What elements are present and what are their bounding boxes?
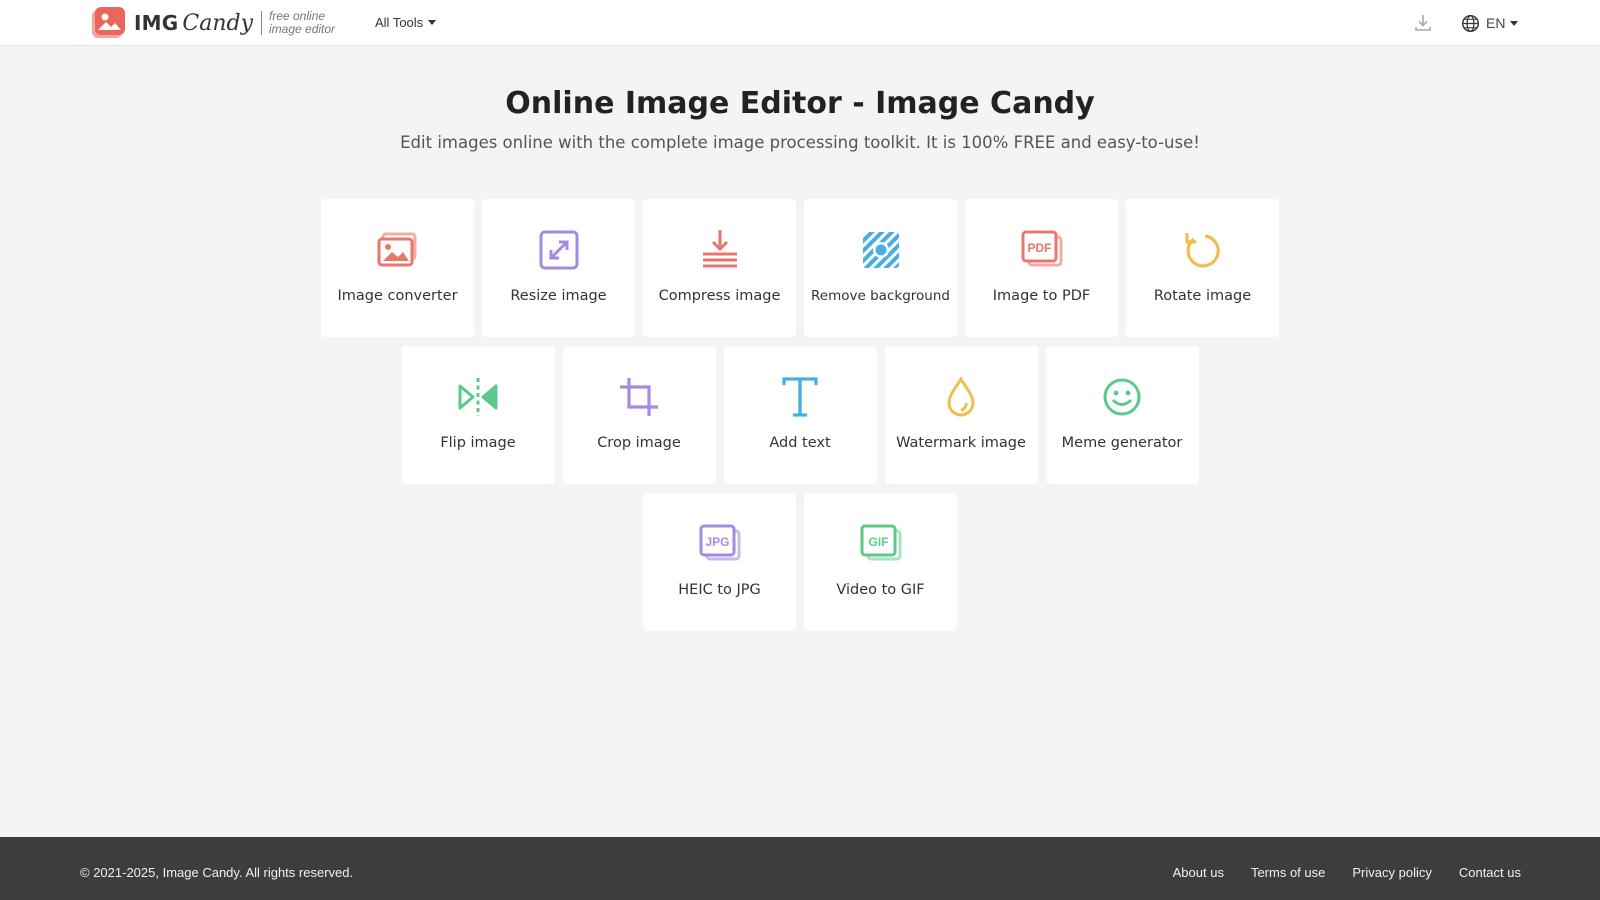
footer-links: About us Terms of use Privacy policy Con… [1173,865,1521,880]
jpg-icon: JPG [698,522,742,566]
footer: © 2021-2025, Image Candy. All rights res… [0,837,1600,900]
pdf-icon: PDF [1020,228,1064,272]
tagline-line-2: image editor [269,23,335,36]
header: IMG Candy free online image editor All T… [0,0,1600,46]
tool-card-remove-background[interactable]: Remove background [804,199,957,337]
tool-label: HEIC to JPG [678,582,761,598]
tool-label: Video to GIF [836,582,924,598]
tool-card-video-to-gif[interactable]: GIF Video to GIF [804,493,957,631]
footer-link-terms-of-use[interactable]: Terms of use [1251,865,1325,880]
logo-tagline: free online image editor [269,10,335,35]
logo-divider [261,11,262,35]
tool-label: Meme generator [1062,435,1183,451]
tool-label: Add text [769,435,830,451]
image-converter-icon [376,228,420,272]
tool-grid: Image converter Resize image Compress im… [0,199,1600,640]
tool-label: Image converter [337,288,457,304]
logo-text-img: IMG [134,11,178,35]
tool-card-compress-image[interactable]: Compress image [643,199,796,337]
tool-label: Image to PDF [993,288,1090,304]
globe-icon [1461,14,1480,33]
svg-text:JPG: JPG [705,535,729,549]
remove-background-icon [859,228,903,272]
tool-card-image-converter[interactable]: Image converter [321,199,474,337]
language-selector[interactable]: EN [1461,13,1518,33]
tool-row: Image converter Resize image Compress im… [0,199,1600,337]
tool-card-meme-generator[interactable]: Meme generator [1046,346,1199,484]
tool-card-watermark-image[interactable]: Watermark image [885,346,1038,484]
all-tools-label: All Tools [375,15,423,30]
chevron-down-icon [428,20,436,25]
tool-label: Watermark image [896,435,1026,451]
gif-icon: GIF [859,522,903,566]
tool-row: Flip image Crop image Add text Watermark… [0,346,1600,484]
chevron-down-icon [1510,21,1518,26]
compress-icon [698,228,742,272]
footer-link-about-us[interactable]: About us [1173,865,1224,880]
tool-card-add-text[interactable]: Add text [724,346,877,484]
tool-card-image-to-pdf[interactable]: PDF Image to PDF [965,199,1118,337]
tool-label: Rotate image [1154,288,1251,304]
tool-card-resize-image[interactable]: Resize image [482,199,635,337]
logo-badge-icon [91,7,126,39]
all-tools-dropdown[interactable]: All Tools [375,15,436,30]
tool-label: Compress image [659,288,781,304]
logo[interactable]: IMG Candy [91,7,253,39]
tool-label: Crop image [597,435,681,451]
footer-link-contact-us[interactable]: Contact us [1459,865,1521,880]
tool-card-crop-image[interactable]: Crop image [563,346,716,484]
download-icon [1413,13,1433,33]
tool-card-heic-to-jpg[interactable]: JPG HEIC to JPG [643,493,796,631]
download-button[interactable] [1413,13,1433,33]
page-subtitle: Edit images online with the complete ima… [0,133,1600,152]
crop-icon [617,375,661,419]
tool-label: Flip image [440,435,515,451]
smiley-icon [1100,375,1144,419]
language-label: EN [1486,15,1505,31]
footer-link-privacy-policy[interactable]: Privacy policy [1352,865,1431,880]
text-icon [778,375,822,419]
tool-label: Resize image [510,288,606,304]
resize-icon [537,228,581,272]
watermark-icon [939,375,983,419]
tool-row: JPG HEIC to JPG GIF Video to GIF [0,493,1600,631]
rotate-icon [1181,228,1225,272]
svg-text:GIF: GIF [868,535,888,549]
tool-label: Remove background [811,288,950,304]
logo-text-candy: Candy [182,11,253,36]
tool-card-rotate-image[interactable]: Rotate image [1126,199,1279,337]
flip-icon [456,375,500,419]
tool-card-flip-image[interactable]: Flip image [402,346,555,484]
svg-text:PDF: PDF [1027,241,1051,255]
tagline-line-1: free online [269,10,335,23]
page-title: Online Image Editor - Image Candy [0,86,1600,121]
copyright-text: © 2021-2025, Image Candy. All rights res… [80,865,353,880]
